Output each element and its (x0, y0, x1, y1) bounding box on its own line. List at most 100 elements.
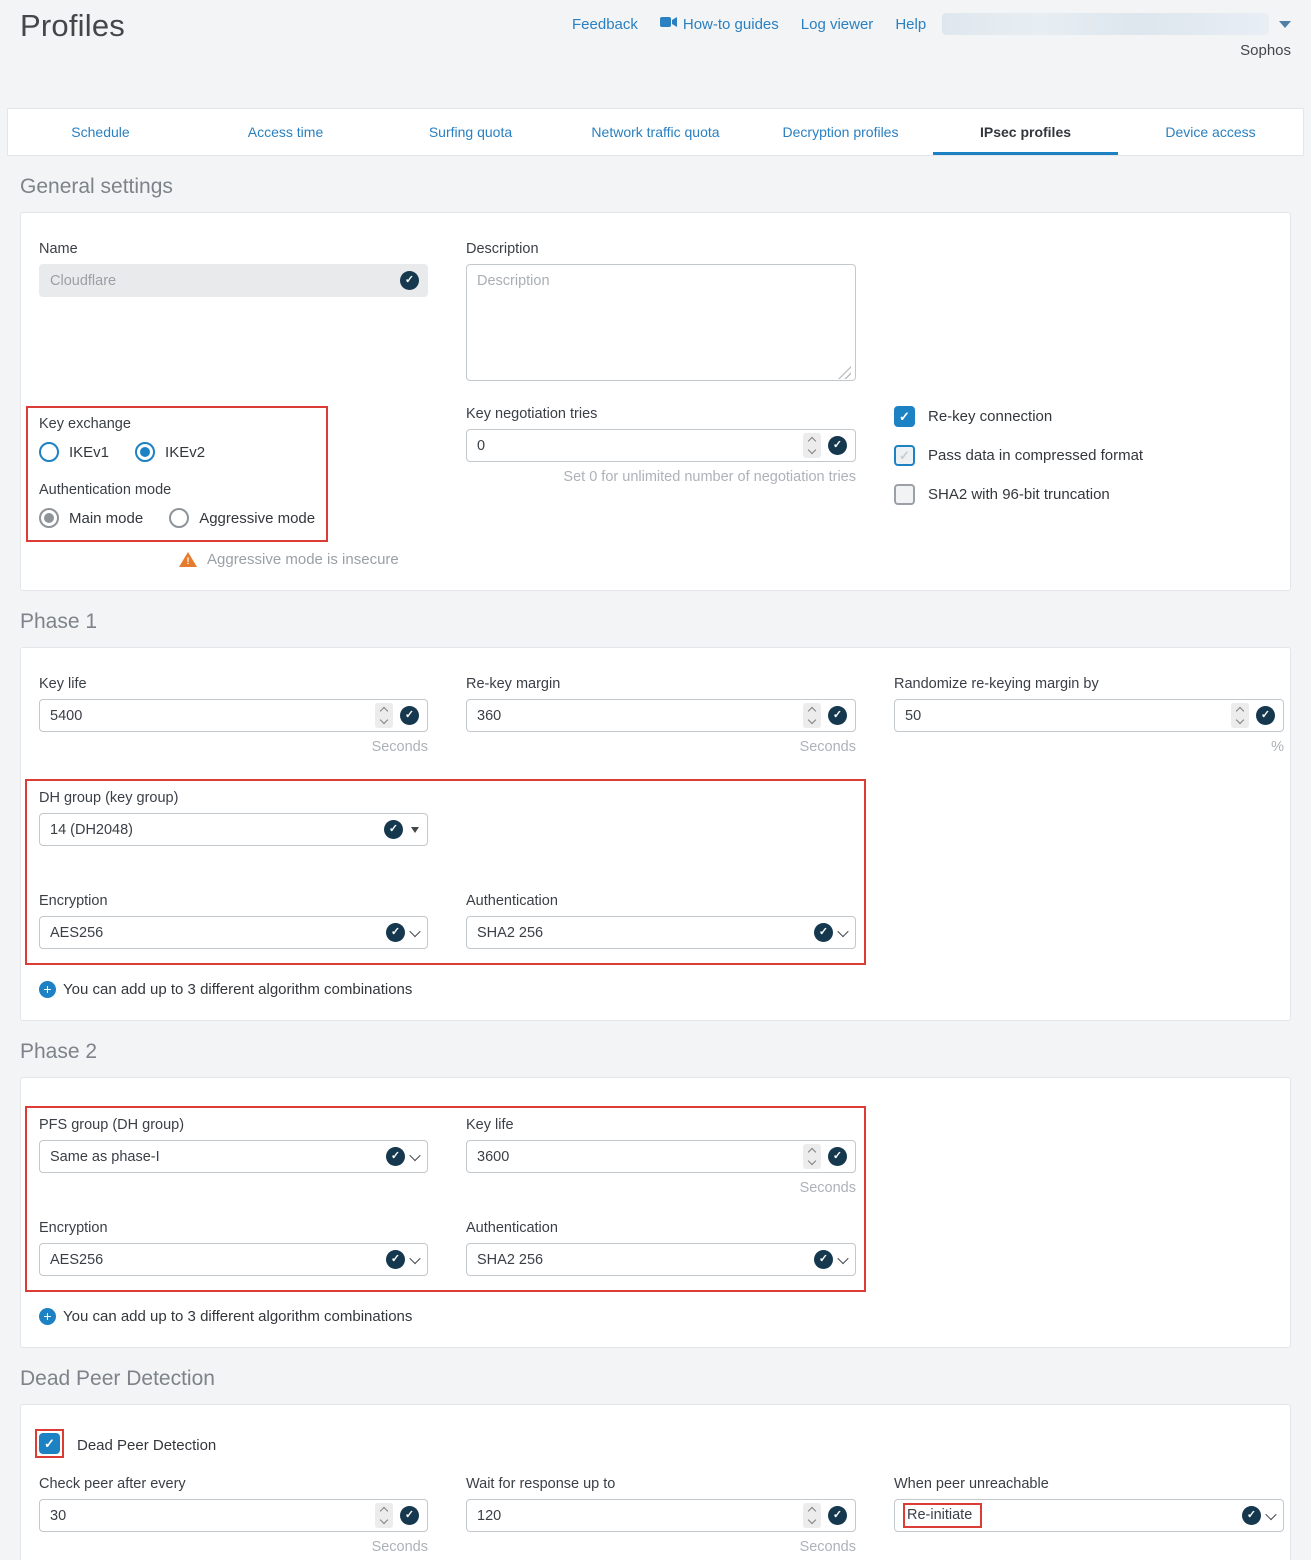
general-settings-heading: General settings (20, 175, 1291, 199)
p2-authentication-select[interactable]: SHA2 256 ✓ (466, 1243, 856, 1276)
phase2-card: PFS group (DH group) Same as phase-I ✓ K… (20, 1077, 1291, 1348)
auth-mode-label: Authentication mode (39, 482, 320, 498)
tab-access-time[interactable]: Access time (193, 109, 378, 155)
key-negotiation-helper: Set 0 for unlimited number of negotiatio… (466, 469, 856, 485)
p2-add-note: + You can add up to 3 different algorith… (39, 1308, 1282, 1325)
p1-key-life-value[interactable] (50, 708, 375, 724)
compressed-format-checkbox[interactable]: ✓ (894, 445, 915, 466)
p1-randomize-input[interactable]: ✓ (894, 699, 1284, 732)
compressed-format-row: ✓ Pass data in compressed format (894, 445, 1284, 466)
tab-decryption-profiles[interactable]: Decryption profiles (748, 109, 933, 155)
add-icon[interactable]: + (39, 981, 56, 998)
howto-guides-link[interactable]: How-to guides (660, 15, 779, 33)
number-stepper[interactable] (375, 703, 393, 728)
hostname-blurred (942, 13, 1269, 35)
sha2-truncation-checkbox[interactable] (894, 484, 915, 505)
name-field: Name ✓ (39, 241, 428, 297)
dpd-peer-unreachable-label: When peer unreachable (894, 1476, 1284, 1492)
number-stepper[interactable] (803, 1144, 821, 1169)
dpd-check-peer-unit: Seconds (39, 1539, 428, 1555)
tab-surfing-quota[interactable]: Surfing quota (378, 109, 563, 155)
radio-main-mode[interactable] (39, 508, 59, 528)
description-field: Description (466, 241, 856, 386)
dpd-enable-row: ✓ Dead Peer Detection (39, 1433, 1282, 1458)
phase2-heading: Phase 2 (20, 1040, 1291, 1064)
valid-check-icon: ✓ (384, 820, 403, 839)
dpd-check-peer-input[interactable]: ✓ (39, 1499, 428, 1532)
p2-encryption-field: Encryption AES256 ✓ (39, 1220, 428, 1276)
sha2-truncation-label: SHA2 with 96-bit truncation (928, 486, 1110, 503)
name-label: Name (39, 241, 428, 257)
dpd-wait-response-input[interactable]: ✓ (466, 1499, 856, 1532)
tab-schedule[interactable]: Schedule (8, 109, 193, 155)
p2-encryption-select[interactable]: AES256 ✓ (39, 1243, 428, 1276)
p2-pfs-group-field: PFS group (DH group) Same as phase-I ✓ (39, 1117, 428, 1173)
p1-rekey-margin-field: Re-key margin ✓ Seconds (466, 676, 856, 755)
add-icon[interactable]: + (39, 1308, 56, 1325)
log-viewer-link[interactable]: Log viewer (801, 16, 874, 33)
number-stepper[interactable] (803, 703, 821, 728)
p1-encryption-field: Encryption AES256 ✓ (39, 893, 428, 949)
tab-network-traffic-quota[interactable]: Network traffic quota (563, 109, 748, 155)
p2-authentication-field: Authentication SHA2 256 ✓ (466, 1220, 856, 1276)
tab-ipsec-profiles[interactable]: IPsec profiles (933, 109, 1118, 155)
page-title: Profiles (20, 8, 125, 44)
key-negotiation-value[interactable] (477, 438, 803, 454)
p1-authentication-select[interactable]: SHA2 256 ✓ (466, 916, 856, 949)
p1-rekey-margin-value[interactable] (477, 708, 803, 724)
number-stepper[interactable] (375, 1503, 393, 1528)
description-input[interactable] (466, 264, 856, 381)
p2-algorithm-highlight-box: PFS group (DH group) Same as phase-I ✓ K… (25, 1106, 866, 1292)
p1-dh-group-select[interactable]: 14 (DH2048) ✓ (39, 813, 428, 846)
dpd-enable-label: Dead Peer Detection (77, 1437, 216, 1454)
number-stepper[interactable] (803, 1503, 821, 1528)
p1-rekey-margin-input[interactable]: ✓ (466, 699, 856, 732)
valid-check-icon: ✓ (400, 271, 419, 290)
p1-key-life-input[interactable]: ✓ (39, 699, 428, 732)
dpd-wait-response-value[interactable] (477, 1508, 803, 1524)
p1-encryption-select[interactable]: AES256 ✓ (39, 916, 428, 949)
chevron-down-icon[interactable] (1279, 21, 1291, 28)
valid-check-icon: ✓ (386, 1250, 405, 1269)
dpd-wait-response-label: Wait for response up to (466, 1476, 856, 1492)
name-value (50, 273, 400, 289)
peer-unreachable-highlight-box: Re-initiate (903, 1503, 982, 1528)
number-stepper[interactable] (1231, 703, 1249, 728)
radio-ikev1[interactable] (39, 442, 59, 462)
p2-authentication-label: Authentication (466, 1220, 856, 1236)
p1-key-life-unit: Seconds (39, 739, 428, 755)
name-input: ✓ (39, 264, 428, 297)
dropdown-caret-icon (411, 827, 419, 833)
radio-aggressive-mode[interactable] (169, 508, 189, 528)
brand-label: Sophos (1240, 42, 1291, 59)
rekey-connection-checkbox[interactable]: ✓ (894, 406, 915, 427)
p1-dh-group-value: 14 (DH2048) (50, 822, 384, 838)
valid-check-icon: ✓ (814, 923, 833, 942)
p1-randomize-unit: % (894, 739, 1284, 755)
key-exchange-highlight-box: Key exchange IKEv1 IKEv2 Authentication … (26, 406, 328, 542)
p1-add-note: + You can add up to 3 different algorith… (39, 981, 1282, 998)
phase1-heading: Phase 1 (20, 610, 1291, 634)
p1-encryption-value: AES256 (50, 925, 386, 941)
key-negotiation-input[interactable]: ✓ (466, 429, 856, 462)
p1-randomize-value[interactable] (905, 708, 1231, 724)
dpd-check-peer-value[interactable] (50, 1508, 375, 1524)
help-link[interactable]: Help (895, 16, 926, 33)
number-stepper[interactable] (803, 433, 821, 458)
valid-check-icon: ✓ (828, 706, 847, 725)
tab-device-access[interactable]: Device access (1118, 109, 1303, 155)
feedback-link[interactable]: Feedback (572, 16, 638, 33)
radio-ikev2[interactable] (135, 442, 155, 462)
dpd-peer-unreachable-select[interactable]: Re-initiate ✓ (894, 1499, 1284, 1532)
p2-pfs-group-select[interactable]: Same as phase-I ✓ (39, 1140, 428, 1173)
p2-authentication-value: SHA2 256 (477, 1252, 814, 1268)
p2-key-life-input[interactable]: ✓ (466, 1140, 856, 1173)
p1-rekey-margin-unit: Seconds (466, 739, 856, 755)
valid-check-icon: ✓ (1256, 706, 1275, 725)
p2-key-life-value[interactable] (477, 1149, 803, 1165)
rekey-connection-label: Re-key connection (928, 408, 1052, 425)
dpd-wait-response-unit: Seconds (466, 1539, 856, 1555)
warning-text: Aggressive mode is insecure (207, 551, 399, 568)
chevron-down-icon (837, 1252, 848, 1263)
dpd-enable-checkbox[interactable]: ✓ (39, 1433, 60, 1454)
